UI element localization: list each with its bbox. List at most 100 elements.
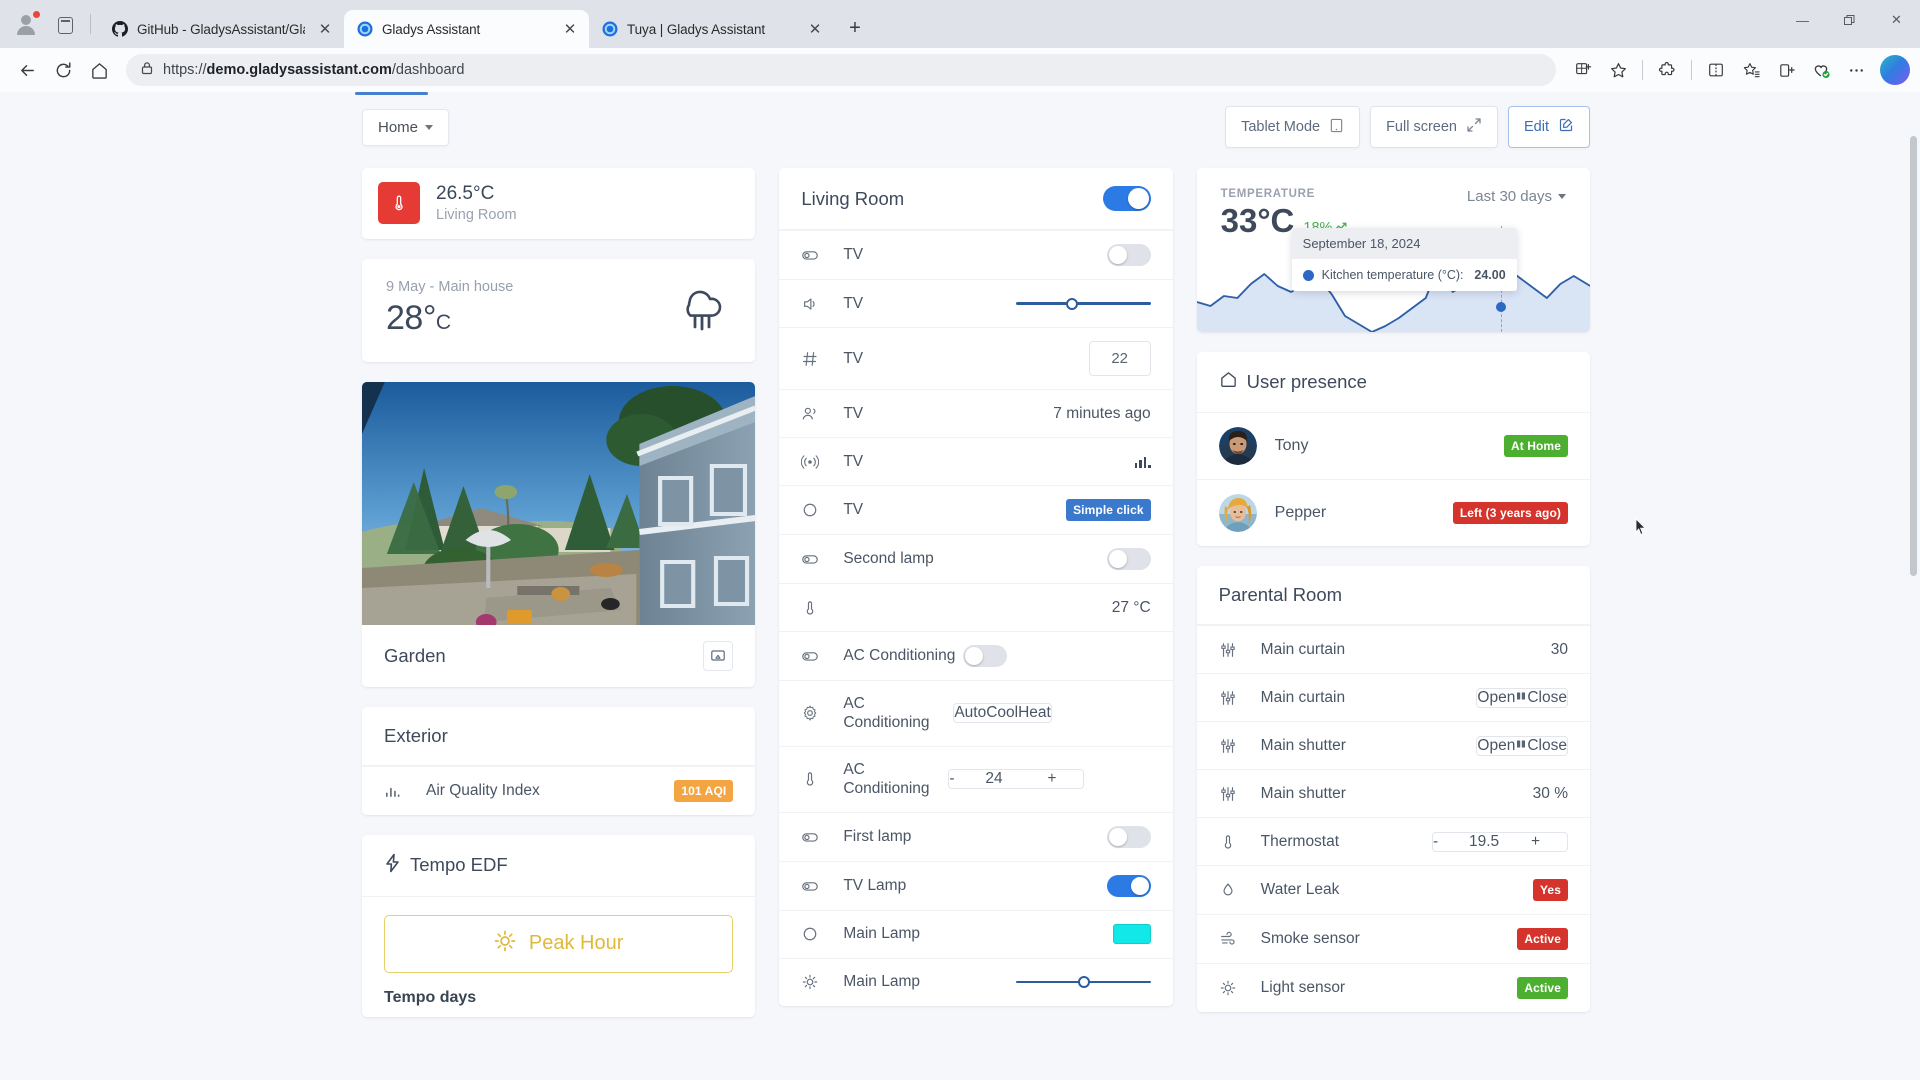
row-tv-signal[interactable]: TV xyxy=(779,437,1173,485)
power-toggle[interactable] xyxy=(1106,244,1151,266)
row-control: Yes xyxy=(1532,879,1568,901)
row-thermostat[interactable]: Thermostat - 19.5 + xyxy=(1196,817,1590,865)
temperature-tile[interactable]: 26.5°C Living Room xyxy=(362,168,755,239)
browser-essentials-icon[interactable] xyxy=(1804,53,1838,87)
row-ac-mode[interactable]: AC Conditioning Auto Cool Heat xyxy=(779,680,1173,746)
stepper-plus-button[interactable]: + xyxy=(1047,770,1083,788)
close-icon[interactable]: ✕ xyxy=(559,18,581,40)
volume-slider[interactable] xyxy=(1015,297,1151,311)
row-tv-presence[interactable]: TV 7 minutes ago xyxy=(779,389,1173,437)
list-item-user-tony[interactable]: Tony At Home xyxy=(1197,413,1590,479)
close-button[interactable]: ✕ xyxy=(1873,0,1920,40)
close-icon[interactable]: ✕ xyxy=(804,18,826,40)
page-scrollbar[interactable] xyxy=(1907,92,1920,1080)
stepper-minus-button[interactable]: - xyxy=(1433,833,1469,851)
row-main-shutter-position[interactable]: Main shutter 30 % xyxy=(1196,769,1590,817)
ac-temp-stepper[interactable]: - 24 + xyxy=(948,769,1085,790)
row-ac-target-temp[interactable]: AC Conditioning - 24 + xyxy=(779,745,1173,812)
lightning-icon xyxy=(384,853,401,878)
row-main-curtain-position[interactable]: Main curtain 30 xyxy=(1196,625,1590,673)
split-screen-icon[interactable] xyxy=(1699,53,1733,87)
row-first-lamp[interactable]: First lamp xyxy=(779,811,1173,861)
copilot-icon[interactable] xyxy=(1880,55,1910,85)
curtain-close-button[interactable]: Close xyxy=(1527,689,1567,707)
shutter-open-button[interactable]: Open xyxy=(1477,737,1515,755)
row-tv-channel[interactable]: TV 22 xyxy=(779,327,1173,389)
curtain-segmented[interactable]: Open Close xyxy=(1476,687,1568,708)
row-tv-lamp[interactable]: TV Lamp xyxy=(779,860,1173,910)
favorite-star-icon[interactable] xyxy=(1601,53,1635,87)
back-button[interactable] xyxy=(10,53,44,87)
curtain-stop-button[interactable] xyxy=(1515,689,1527,707)
row-label: Light sensor xyxy=(1260,979,1346,997)
row-tv-click[interactable]: TV Simple click xyxy=(779,485,1173,534)
gear-icon xyxy=(801,704,843,722)
cast-icon[interactable] xyxy=(703,640,734,671)
power-toggle[interactable] xyxy=(963,645,1008,667)
weather-subtitle: 9 May - Main house xyxy=(386,278,514,295)
scrollbar-thumb[interactable] xyxy=(1910,136,1917,576)
address-bar[interactable]: https://demo.gladysassistant.com/dashboa… xyxy=(126,54,1556,86)
row-water-leak[interactable]: Water Leak Yes xyxy=(1196,865,1590,914)
browser-tab-tuya[interactable]: Tuya | Gladys Assistant ✕ xyxy=(589,10,834,48)
row-main-lamp-brightness[interactable]: Main Lamp xyxy=(779,957,1173,1006)
exterior-title: Exterior xyxy=(362,707,756,766)
curtain-open-button[interactable]: Open xyxy=(1477,689,1515,707)
add-collection-icon[interactable] xyxy=(1769,53,1803,87)
reload-button[interactable] xyxy=(46,53,80,87)
edit-button[interactable]: Edit xyxy=(1508,106,1590,148)
shutter-segmented[interactable]: Open Close xyxy=(1476,735,1568,756)
ac-mode-segmented[interactable]: Auto Cool Heat xyxy=(953,703,1052,724)
shutter-close-button[interactable]: Close xyxy=(1527,737,1567,755)
row-tv-volume[interactable]: TV xyxy=(779,279,1173,327)
extensions-icon[interactable] xyxy=(1650,53,1684,87)
maximize-button[interactable] xyxy=(1826,0,1873,40)
weather-card: 9 May - Main house 28°C xyxy=(362,258,756,362)
brightness-slider[interactable] xyxy=(1015,975,1151,989)
row-air-quality-index[interactable]: Air Quality Index 101 AQI xyxy=(362,765,756,815)
row-tv-power[interactable]: TV xyxy=(779,230,1173,279)
row-smoke-sensor[interactable]: Smoke sensor Active xyxy=(1196,914,1590,963)
collections-add-icon[interactable] xyxy=(1566,53,1600,87)
list-item-user-pepper[interactable]: Pepper Left (3 years ago) xyxy=(1196,479,1590,546)
color-picker-swatch[interactable] xyxy=(1112,924,1151,944)
tab-search-button[interactable] xyxy=(48,8,82,42)
row-main-lamp-color[interactable]: Main Lamp xyxy=(779,909,1173,958)
stepper-plus-button[interactable]: + xyxy=(1531,833,1567,851)
living-room-master-toggle[interactable] xyxy=(1102,186,1151,211)
channel-input[interactable]: 22 xyxy=(1088,341,1151,376)
camera-image-garden[interactable] xyxy=(362,381,756,625)
row-ac-power[interactable]: AC Conditioning xyxy=(779,631,1173,680)
ac-mode-auto[interactable]: Auto xyxy=(954,704,986,722)
row-second-lamp[interactable]: Second lamp xyxy=(779,534,1173,583)
row-value: 27 °C xyxy=(1111,598,1151,616)
row-main-curtain-control[interactable]: Main curtain Open Close xyxy=(1196,673,1590,721)
circle-icon xyxy=(801,925,843,943)
power-toggle[interactable] xyxy=(1106,874,1151,897)
tablet-mode-button[interactable]: Tablet Mode xyxy=(1225,106,1361,148)
dashboard-selector[interactable]: Home xyxy=(362,108,450,146)
settings-more-icon[interactable] xyxy=(1839,53,1873,87)
ac-mode-cool[interactable]: Cool xyxy=(986,704,1018,722)
thermostat-stepper[interactable]: - 19.5 + xyxy=(1431,831,1568,852)
close-icon[interactable]: ✕ xyxy=(314,18,336,40)
power-toggle[interactable] xyxy=(1106,548,1151,570)
home-icon[interactable] xyxy=(82,53,116,87)
favorites-list-icon[interactable] xyxy=(1734,53,1768,87)
full-screen-button[interactable]: Full screen xyxy=(1370,106,1498,148)
row-main-shutter-control[interactable]: Main shutter Open Close xyxy=(1196,721,1590,769)
row-temperature-sensor[interactable]: 27 °C xyxy=(779,583,1173,631)
shutter-stop-button[interactable] xyxy=(1515,737,1527,755)
ac-mode-heat[interactable]: Heat xyxy=(1018,704,1051,722)
browser-tab-github[interactable]: GitHub - GladysAssistant/Gladys ✕ xyxy=(99,10,344,48)
profile-button[interactable] xyxy=(8,7,44,43)
stepper-minus-button[interactable]: - xyxy=(949,770,985,788)
browser-tab-gladys-assistant[interactable]: Gladys Assistant ✕ xyxy=(344,10,589,48)
stepper-value: 24 xyxy=(985,770,1003,788)
chart-range-selector[interactable]: Last 30 days xyxy=(1467,188,1566,205)
minimize-button[interactable]: — xyxy=(1779,0,1826,40)
row-light-sensor[interactable]: Light sensor Active xyxy=(1196,963,1590,1012)
new-tab-button[interactable]: + xyxy=(840,13,870,43)
power-toggle[interactable] xyxy=(1106,825,1151,848)
row-value: 30 xyxy=(1550,640,1568,658)
